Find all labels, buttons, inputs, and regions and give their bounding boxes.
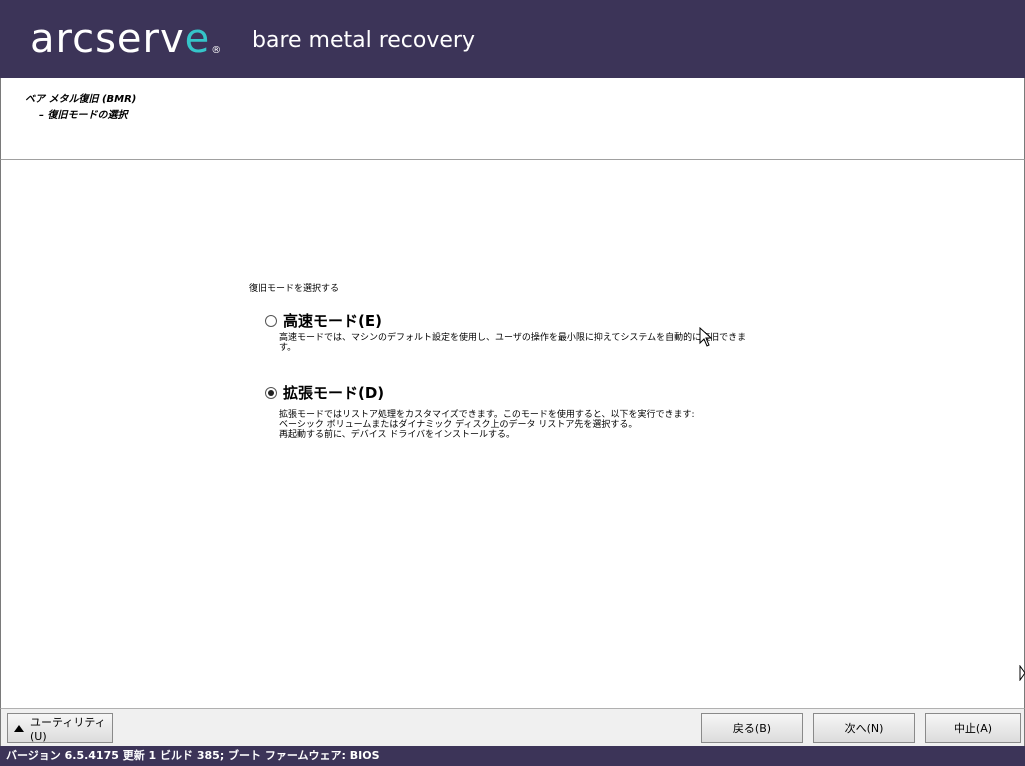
back-button[interactable]: 戻る(B)	[701, 713, 803, 743]
advanced-mode-option[interactable]: 拡張モード(D)	[265, 382, 384, 403]
breadcrumb-level2: – 復旧モードの選択	[39, 110, 128, 121]
arcserve-logo: arcserve®	[30, 16, 223, 62]
product-title: bare metal recovery	[252, 28, 475, 53]
advanced-mode-desc-line: 拡張モードではリストア処理をカスタマイズできます。このモードを使用すると、以下を…	[279, 410, 695, 420]
fast-mode-description: 高速モードでは、マシンのデフォルト設定を使用し、ユーザの操作を最小限に抑えてシス…	[279, 333, 769, 353]
fast-mode-label[interactable]: 高速モード(E)	[283, 310, 382, 331]
breadcrumb-level1: ベア メタル復旧 (BMR)	[25, 94, 137, 105]
utility-button-label: ユーティリティ(U)	[30, 715, 106, 743]
advanced-mode-description: 拡張モードではリストア処理をカスタマイズできます。このモードを使用すると、以下を…	[279, 410, 769, 440]
mode-prompt: 復旧モードを選択する	[249, 284, 340, 294]
advanced-mode-radio[interactable]	[265, 386, 277, 399]
button-bar: ユーティリティ(U) 戻る(B) 次へ(N) 中止(A)	[0, 708, 1025, 746]
advanced-mode-desc-line: 再起動する前に、デバイス ドライバをインストールする。	[279, 430, 515, 440]
advanced-mode-desc-line: ベーシック ボリュームまたはダイナミック ディスク上のデータ リストア先を選択す…	[279, 420, 638, 430]
app-header: arcserve® bare metal recovery	[0, 0, 1025, 78]
fast-mode-radio[interactable]	[265, 314, 277, 327]
cancel-button[interactable]: 中止(A)	[925, 713, 1021, 743]
panel-expand-arrow-icon[interactable]	[1019, 665, 1025, 681]
fast-mode-desc-line: す。	[279, 343, 297, 353]
fast-mode-desc-line: 高速モードでは、マシンのデフォルト設定を使用し、ユーザの操作を最小限に抑えてシス…	[279, 333, 747, 343]
status-bar: バージョン 6.5.4175 更新 1 ビルド 385; ブート ファームウェア…	[0, 746, 1025, 766]
utility-button[interactable]: ユーティリティ(U)	[7, 713, 113, 743]
next-button[interactable]: 次へ(N)	[813, 713, 915, 743]
main-panel: 復旧モードを選択する 高速モード(E) 高速モードでは、マシンのデフォルト設定を…	[0, 160, 1025, 708]
advanced-mode-label[interactable]: 拡張モード(D)	[283, 382, 384, 403]
fast-mode-option[interactable]: 高速モード(E)	[265, 310, 382, 331]
triangle-up-icon	[14, 724, 24, 732]
mouse-pointer-icon	[699, 327, 713, 347]
breadcrumb: ベア メタル復旧 (BMR) – 復旧モードの選択	[0, 78, 1025, 160]
